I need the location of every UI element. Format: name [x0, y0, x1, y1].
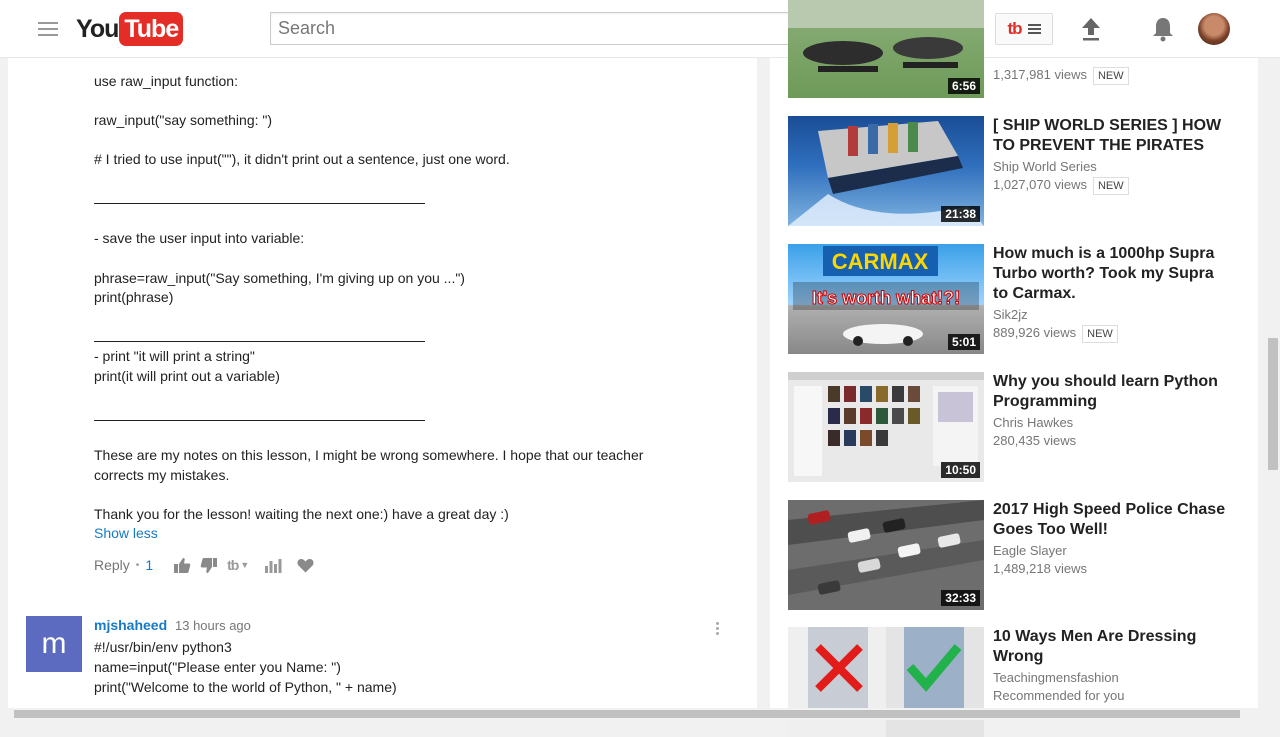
- divider-line: [94, 203, 425, 204]
- related-video-item[interactable]: CARMAX It's worth what!?! 5:01 How much …: [788, 244, 1238, 354]
- related-video-item[interactable]: 10 Ways Men Are Dressing Wrong Teachingm…: [788, 627, 1238, 737]
- video-title[interactable]: 2017 High Speed Police Chase Goes Too We…: [993, 500, 1228, 540]
- comment-line: print("Welcome to the world of Python, "…: [94, 679, 397, 695]
- video-channel: Eagle Slayer: [993, 543, 1067, 558]
- caret-down-icon: ▼: [240, 560, 250, 570]
- search-input[interactable]: [271, 13, 859, 44]
- heart-icon: [297, 558, 314, 572]
- video-views: 889,926 views: [993, 325, 1077, 340]
- recommended-label: Recommended for you: [993, 688, 1125, 703]
- tubebuddy-small-icon: tb: [227, 557, 239, 573]
- thumbs-up-icon: [174, 557, 191, 573]
- thumbs-down-icon: [200, 557, 218, 573]
- stats-button[interactable]: [264, 558, 282, 573]
- comment-item: m mjshaheed 13 hours ago #!/usr/bin/env …: [26, 616, 736, 708]
- vertical-scrollbar[interactable]: [1266, 58, 1280, 708]
- comment-line: - print "it will print a string": [94, 348, 255, 364]
- watch-page: use raw_input function: raw_input("say s…: [0, 0, 1280, 737]
- video-views: 280,435 views: [993, 433, 1077, 448]
- highway-thumbnail[interactable]: 32:33: [788, 500, 984, 610]
- bar-chart-icon: [265, 558, 282, 573]
- carmax-thumbnail[interactable]: CARMAX It's worth what!?! 5:01: [788, 244, 984, 354]
- logo-you-text: You: [76, 14, 119, 43]
- comment-line: use raw_input function:: [94, 73, 238, 89]
- video-meta: 1,027,070 views NEW: [993, 176, 1233, 195]
- divider-line: [94, 341, 425, 342]
- comment-line: print(it will print out a variable): [94, 368, 280, 384]
- comment-line: corrects my mistakes.: [94, 467, 230, 483]
- like-button[interactable]: [173, 557, 191, 574]
- fashion-image: [788, 627, 984, 737]
- like-count: 1: [145, 557, 154, 573]
- search-box: [270, 12, 859, 45]
- video-channel: Ship World Series: [993, 159, 1097, 174]
- comment-text: #!/usr/bin/env python3 name=input("Pleas…: [94, 637, 397, 697]
- thumb-text: It's worth what!?!: [812, 288, 960, 308]
- divider-line: [94, 420, 425, 421]
- heart-button[interactable]: [297, 558, 314, 573]
- video-duration: 21:38: [941, 206, 980, 222]
- separator-dot: •: [135, 559, 140, 571]
- comment-actions: Reply • 1 tb ▼: [94, 555, 323, 575]
- helicopter-thumbnail[interactable]: 6:56: [788, 0, 984, 98]
- thumb-text: CARMAX: [832, 249, 929, 274]
- show-less-link[interactable]: Show less: [94, 525, 158, 541]
- related-video-item[interactable]: 6:56 1,317,981 views NEW: [788, 0, 1238, 98]
- comment-author-link[interactable]: mjshaheed: [94, 617, 167, 633]
- video-views: 1,317,981 views: [993, 67, 1087, 82]
- video-channel: Teachingmensfashion: [993, 670, 1119, 685]
- video-title[interactable]: [ SHIP WORLD SERIES ] HOW TO PREVENT THE…: [993, 116, 1228, 156]
- related-video-item[interactable]: 10:50 Why you should learn Python Progra…: [788, 372, 1238, 482]
- new-badge: NEW: [1092, 67, 1129, 85]
- comment-menu-icon[interactable]: [712, 620, 722, 638]
- video-title[interactable]: 10 Ways Men Are Dressing Wrong: [993, 627, 1228, 667]
- new-badge: NEW: [1082, 325, 1118, 343]
- scrollbar-thumb[interactable]: [14, 710, 1240, 718]
- dislike-button[interactable]: [200, 557, 218, 574]
- scrollbar-thumb[interactable]: [1268, 338, 1278, 470]
- fashion-thumbnail[interactable]: [788, 627, 984, 737]
- logo-tube-text: Tube: [119, 12, 184, 46]
- comment-line: Thank you for the lesson! waiting the ne…: [94, 506, 509, 522]
- related-videos: 6:56 1,317,981 views NEW 21:38 [SHIP WO…: [770, 0, 1258, 737]
- video-duration: 10:50: [941, 462, 980, 478]
- new-badge: NEW: [1092, 177, 1129, 195]
- related-video-item[interactable]: 21:38 [ SHIP WORLD SERIES ] HOW TO PREVE…: [788, 116, 1238, 226]
- related-video-item[interactable]: 32:33 2017 High Speed Police Chase Goes …: [788, 500, 1238, 610]
- comment-line: name=input("Please enter you Name: "): [94, 659, 341, 675]
- guide-menu-icon[interactable]: [36, 18, 60, 40]
- comment-line: These are my notes on this lesson, I mig…: [94, 447, 644, 463]
- video-title[interactable]: How much is a 1000hp Supra Turbo worth? …: [993, 244, 1228, 304]
- tubebuddy-comment-button[interactable]: tb ▼: [227, 557, 249, 573]
- video-duration: 32:33: [941, 590, 980, 606]
- comment-timestamp[interactable]: 13 hours ago: [175, 618, 251, 633]
- video-views: 1,027,070 views: [993, 177, 1087, 192]
- horizontal-scrollbar[interactable]: [0, 708, 1266, 720]
- comment-line: #!/usr/bin/env python3: [94, 639, 232, 655]
- video-channel: Sik2jz: [993, 307, 1028, 322]
- reply-button[interactable]: Reply: [94, 557, 130, 573]
- comment-line: - save the user input into variable:: [94, 230, 305, 246]
- website-thumbnail[interactable]: 10:50: [788, 372, 984, 482]
- video-duration: 5:01: [947, 334, 980, 350]
- comment-line: print(phrase): [94, 289, 174, 305]
- youtube-logo[interactable]: You Tube: [76, 12, 184, 46]
- comments-section: use raw_input function: raw_input("say s…: [8, 58, 757, 708]
- video-meta: 889,926 views NEW: [993, 324, 1233, 343]
- video-duration: 6:56: [947, 78, 980, 94]
- commenter-avatar[interactable]: m: [26, 616, 82, 672]
- comment-line: phrase=raw_input("Say something, I'm giv…: [94, 270, 465, 286]
- ship-thumbnail[interactable]: 21:38: [788, 116, 984, 226]
- video-views: 1,489,218 views: [993, 561, 1087, 576]
- comment-line: # I tried to use input(""), it didn't pr…: [94, 151, 510, 167]
- video-meta: 1,317,981 views NEW: [993, 66, 1233, 85]
- video-channel: Chris Hawkes: [993, 415, 1074, 430]
- comment-line: raw_input("say something: "): [94, 112, 273, 128]
- video-title[interactable]: Why you should learn Python Programming: [993, 372, 1228, 412]
